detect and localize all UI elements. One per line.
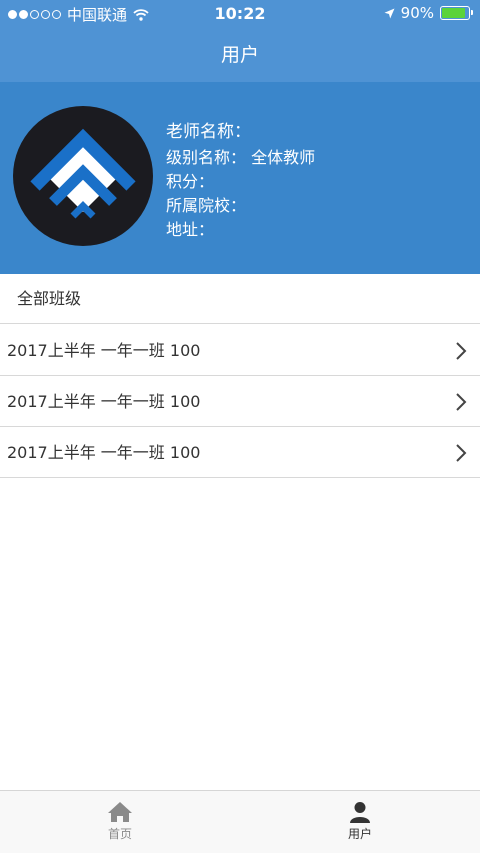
avatar (13, 106, 153, 246)
chevron-right-icon (456, 444, 467, 462)
class-label: 2017上半年 一年一班 100 (7, 443, 201, 462)
location-arrow-icon (384, 8, 395, 18)
teacher-school: 所属院校： (166, 196, 247, 215)
top-bar: 中国联通 10:22 90% 用户 (0, 0, 480, 82)
chevron-right-icon (456, 393, 467, 411)
all-classes-heading: 全部班级 (0, 274, 480, 324)
teacher-name: 老师名称： (166, 122, 251, 142)
teacher-level: 级别名称： 全体教师 (166, 148, 316, 167)
tab-user-label: 用户 (347, 827, 372, 841)
tab-home[interactable]: 首页 (0, 791, 240, 853)
tab-bar: 首页 用户 (0, 790, 480, 853)
user-icon (350, 802, 370, 823)
battery-percent: 90% (400, 4, 434, 22)
status-bar: 中国联通 10:22 90% (0, 0, 480, 28)
class-label: 2017上半年 一年一班 100 (7, 341, 201, 360)
status-right: 90% (384, 4, 473, 22)
class-list-item[interactable]: 2017上半年 一年一班 100 (0, 376, 480, 427)
chevron-right-icon (456, 342, 467, 360)
school-logo-icon (30, 128, 136, 219)
battery-icon (440, 6, 473, 20)
tab-home-label: 首页 (107, 827, 132, 841)
tab-user[interactable]: 用户 (240, 791, 480, 853)
teacher-points: 积分： (166, 172, 215, 191)
teacher-info: 老师名称： 级别名称： 全体教师 积分： 所属院校： 地址： (166, 120, 315, 242)
class-list-item[interactable]: 2017上半年 一年一班 100 (0, 427, 480, 478)
class-label: 2017上半年 一年一班 100 (7, 392, 201, 411)
profile-header: 老师名称： 级别名称： 全体教师 积分： 所属院校： 地址： (0, 82, 480, 274)
class-list-item[interactable]: 2017上半年 一年一班 100 (0, 325, 480, 376)
teacher-address: 地址： (166, 220, 215, 239)
page-title: 用户 (220, 44, 259, 66)
class-list: 2017上半年 一年一班 100 2017上半年 一年一班 100 2017上半… (0, 325, 480, 478)
battery-level (442, 8, 466, 18)
home-icon (108, 802, 132, 822)
